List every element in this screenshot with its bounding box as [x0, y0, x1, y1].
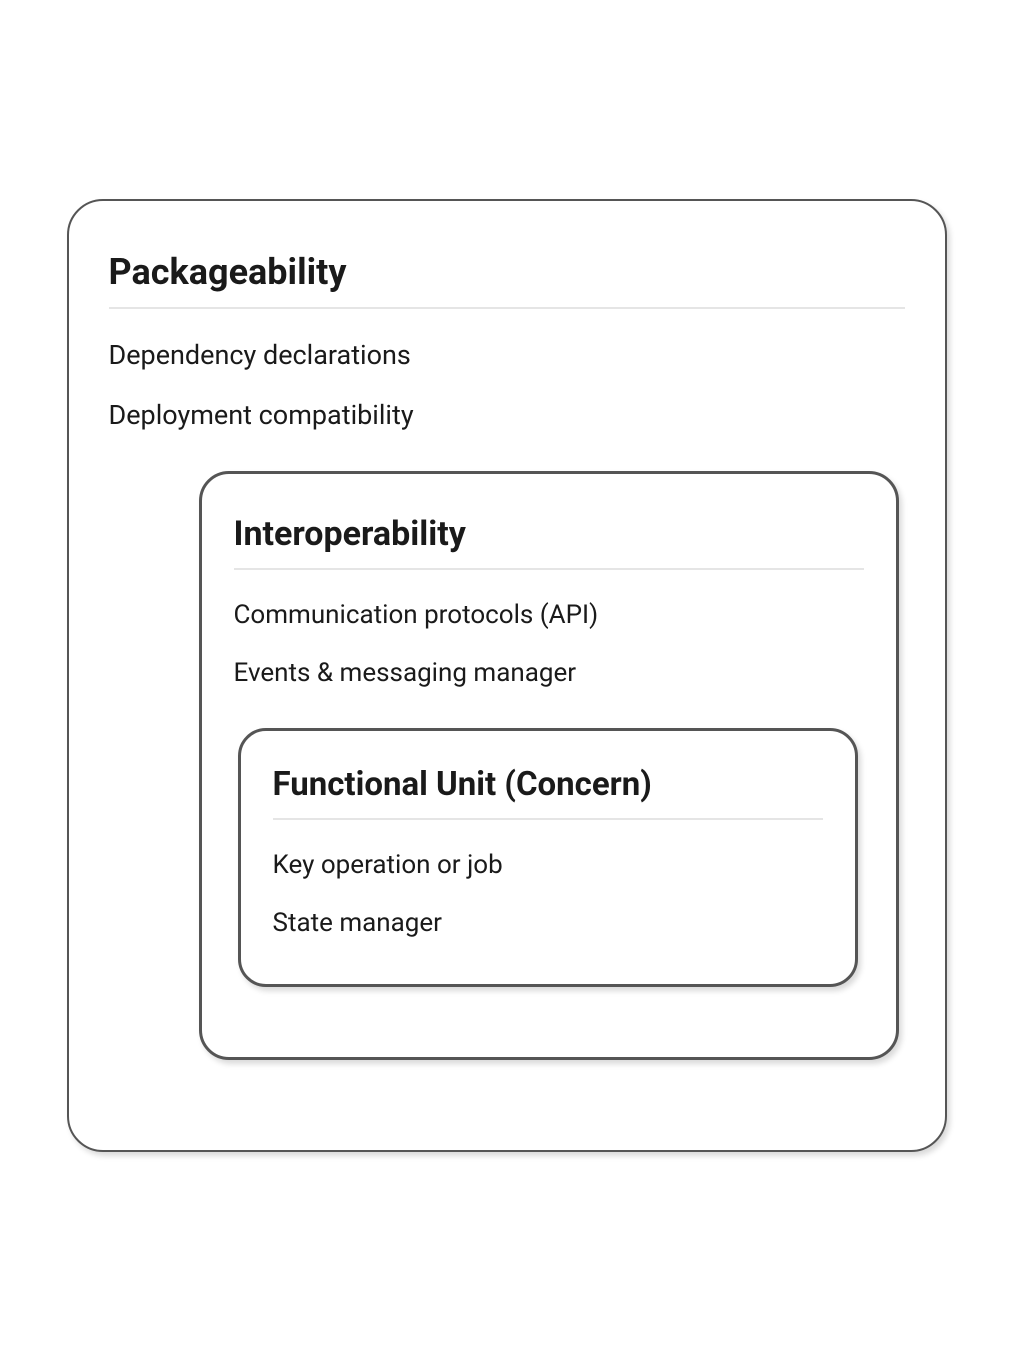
middle-item: Events & messaging manager [234, 658, 864, 688]
divider [234, 568, 864, 570]
inner-item: State manager [273, 908, 823, 938]
interoperability-title: Interoperability [234, 514, 864, 568]
functional-unit-box: Functional Unit (Concern) Key operation … [238, 728, 858, 987]
outer-item: Deployment compatibility [109, 399, 905, 431]
interoperability-box: Interoperability Communication protocols… [199, 471, 899, 1060]
divider [109, 307, 905, 309]
functional-unit-title: Functional Unit (Concern) [273, 765, 823, 818]
divider [273, 818, 823, 820]
inner-item: Key operation or job [273, 850, 823, 880]
packageability-box: Packageability Dependency declarations D… [67, 199, 947, 1152]
outer-item: Dependency declarations [109, 339, 905, 371]
middle-item: Communication protocols (API) [234, 600, 864, 630]
packageability-title: Packageability [109, 251, 905, 307]
